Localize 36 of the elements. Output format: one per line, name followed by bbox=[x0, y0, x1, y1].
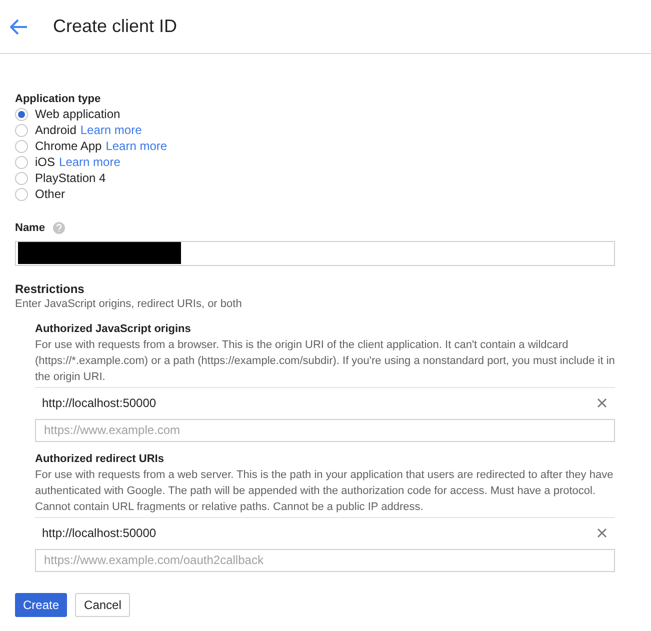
radio-button[interactable] bbox=[15, 172, 28, 184]
close-icon[interactable] bbox=[597, 398, 607, 408]
radio-label: Other bbox=[35, 186, 66, 203]
section-description: For use with requests from a web server. This is the path in your application that users are redirected to after they have authenticated with Google. The path will be appended with the authorization code for access. Must have a protocol. Cannot contain URL fragments or relative paths. Cannot be a public IP address. bbox=[35, 466, 615, 518]
name-label: Name bbox=[15, 221, 45, 236]
radio-label: Android bbox=[35, 122, 76, 139]
back-button[interactable] bbox=[9, 16, 29, 36]
learn-more-link[interactable]: Learn more bbox=[80, 121, 142, 139]
radio-button[interactable] bbox=[15, 124, 28, 136]
uri-input-field[interactable]: https://www.example.com/oauth2callback bbox=[35, 548, 615, 572]
section-title: Authorized JavaScript origins bbox=[35, 322, 192, 336]
uri-input-field[interactable]: https://www.example.com bbox=[35, 418, 615, 442]
learn-more-link[interactable]: Learn more bbox=[59, 153, 120, 171]
radio-label: PlayStation 4 bbox=[35, 170, 106, 187]
radio-button[interactable] bbox=[15, 156, 28, 168]
close-icon[interactable] bbox=[597, 528, 607, 538]
restrictions-description: Enter JavaScript origins, redirect URIs, or both bbox=[15, 296, 243, 312]
name-input-field[interactable] bbox=[15, 240, 615, 266]
radio-button[interactable] bbox=[15, 188, 28, 200]
radio-label: iOS bbox=[35, 154, 56, 171]
uri-entry: http://localhost:50000 bbox=[42, 395, 156, 412]
restrictions-title: Restrictions bbox=[15, 280, 86, 296]
help-icon[interactable] bbox=[52, 222, 65, 234]
application-type-label: Application type bbox=[15, 92, 102, 106]
page-title: Create client ID bbox=[53, 15, 178, 38]
section-title: Authorized redirect URIs bbox=[35, 452, 165, 466]
back-arrow-icon bbox=[10, 18, 28, 34]
uri-entry: http://localhost:50000 bbox=[42, 525, 156, 542]
radio-button[interactable] bbox=[15, 108, 28, 120]
create-button[interactable]: Create bbox=[15, 592, 68, 616]
section-description: For use with requests from a browser. This is the origin URI of the client application. It can't contain a wildcard (https://*.example.com) or a path (https://example.com/subdir). If you're using a nonstandard port, you must include it in the origin URI. bbox=[35, 336, 615, 388]
cancel-button[interactable]: Cancel bbox=[75, 592, 130, 616]
radio-label: Web application bbox=[35, 106, 120, 123]
radio-label: Chrome App bbox=[35, 138, 102, 155]
learn-more-link[interactable]: Learn more bbox=[106, 137, 168, 155]
radio-button[interactable] bbox=[15, 140, 28, 152]
